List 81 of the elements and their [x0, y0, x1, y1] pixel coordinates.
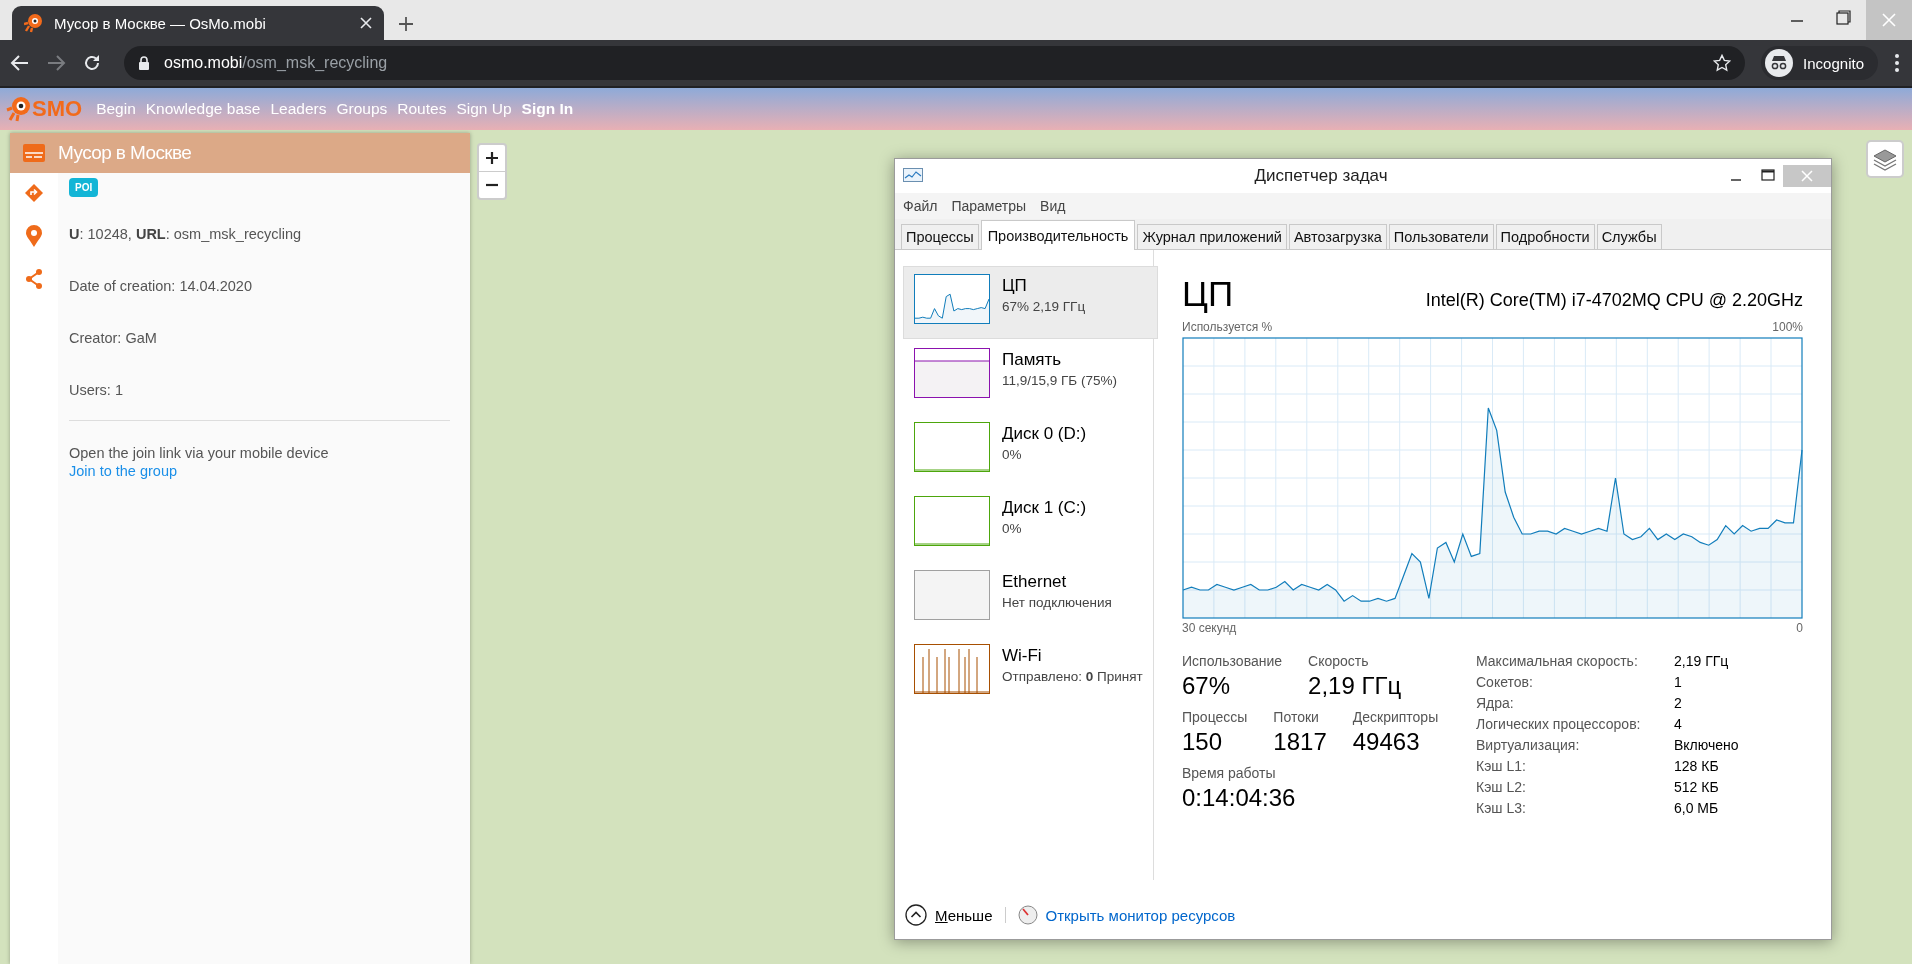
resource-item[interactable]: ЦП 67% 2,19 ГГц — [903, 266, 1158, 339]
info-text: Date of creation: 14.04.2020 — [69, 277, 253, 296]
spec-label: Логических процессоров: — [1476, 716, 1642, 732]
resource-item[interactable]: Ethernet Нет подключения — [903, 562, 1158, 635]
resource-item[interactable]: Диск 1 (C:) 0% — [903, 488, 1158, 561]
star-icon[interactable] — [1713, 54, 1732, 72]
stat-value: 0:14:04:36 — [1182, 784, 1296, 812]
spec-label: Максимальная скорость: — [1476, 653, 1639, 669]
hint-text: Open the join link via your mobile device — [69, 445, 330, 461]
menu-item[interactable]: Параметры — [951, 198, 1027, 214]
stat-value: 150 — [1182, 728, 1224, 756]
browser-tab[interactable]: Мусор в Москве — OsMo.mobi — [12, 6, 384, 40]
osmo-logo-icon — [24, 13, 44, 33]
spec-label: Кэш L3: — [1476, 800, 1527, 816]
section-heading: ЦП — [1182, 274, 1234, 314]
spec-value: 6,0 МБ — [1674, 800, 1720, 816]
panel-title: Мусор в Москве — [58, 142, 192, 164]
stat-label: Процессы — [1182, 709, 1248, 725]
resource-item[interactable]: Wi-Fi Отправлено: 0 Принят — [903, 636, 1158, 709]
tab[interactable]: Службы — [1596, 224, 1662, 249]
window-title: Диспетчер задач — [1253, 166, 1389, 186]
back-icon[interactable] — [10, 53, 30, 73]
spec-value: 512 КБ — [1674, 779, 1720, 795]
stat-label: Дескрипторы — [1352, 709, 1439, 725]
tab[interactable]: Подробности — [1495, 224, 1595, 249]
spec-label: Виртуализация: — [1476, 737, 1581, 753]
resource-item[interactable]: Диск 0 (D:) 0% — [903, 414, 1158, 487]
close-icon[interactable] — [360, 17, 372, 29]
graph-label: Используется % — [1182, 320, 1273, 334]
spec-label: Ядра: — [1476, 695, 1515, 711]
spec-label: Кэш L1: — [1476, 758, 1527, 774]
tab[interactable]: Процессы — [901, 224, 979, 249]
address-bar[interactable]: osmo.mobi/osm_msk_recycling — [124, 46, 1746, 80]
stat-label: Потоки — [1273, 709, 1320, 725]
forward-icon[interactable] — [46, 53, 66, 73]
tab[interactable]: Производительность — [980, 220, 1136, 250]
graph-time-label: 30 секунд — [1182, 621, 1237, 635]
gauge-icon — [1017, 905, 1038, 925]
menu-icon[interactable] — [1894, 53, 1900, 73]
info-text: Creator: GaM — [69, 329, 158, 348]
spec-label: Сокетов: — [1476, 674, 1534, 690]
stat-label: Время работы — [1182, 765, 1277, 781]
info-text: U: 10248, URL: osm_msk_recycling — [69, 225, 303, 244]
lock-icon — [138, 56, 150, 70]
graph-zero-label: 0 — [1796, 621, 1803, 635]
resource-monitor-link[interactable]: Открыть монитор ресурсов — [1045, 906, 1236, 924]
spec-value: 2,19 ГГц — [1674, 653, 1730, 669]
tab[interactable]: Автозагрузка — [1288, 224, 1387, 249]
spec-label: Кэш L2: — [1476, 779, 1527, 795]
stat-value: 1817 — [1273, 728, 1327, 756]
fewer-details-button[interactable]: Меньше — [935, 906, 993, 924]
spec-value: 2 — [1674, 695, 1683, 711]
tab[interactable]: Пользователи — [1388, 224, 1494, 249]
reload-icon[interactable] — [82, 53, 102, 73]
share-icon[interactable] — [25, 269, 43, 289]
location-pin-icon[interactable] — [26, 225, 42, 247]
stat-label: Скорость — [1308, 653, 1370, 669]
task-manager-icon — [903, 168, 923, 184]
collapse-icon[interactable] — [905, 904, 927, 926]
menu-item[interactable]: Вид — [1040, 198, 1066, 214]
info-text: Users: 1 — [69, 381, 124, 400]
stat-value: 2,19 ГГц — [1308, 672, 1402, 700]
graph-max-label: 100% — [1772, 320, 1803, 334]
directions-icon[interactable] — [24, 183, 44, 203]
spec-value: Включено — [1674, 737, 1739, 753]
tab-title: Мусор в Москве — OsMo.mobi — [54, 14, 267, 32]
new-tab-icon[interactable] — [398, 16, 414, 32]
menu-item[interactable]: Файл — [903, 198, 938, 214]
spec-value: 128 КБ — [1674, 758, 1720, 774]
poi-badge: POI — [69, 178, 99, 197]
spec-value: 1 — [1674, 674, 1683, 690]
cpu-model-text: Intel(R) Core(TM) i7-4702MQ CPU @ 2.20GHz — [1425, 290, 1803, 311]
spec-value: 4 — [1674, 716, 1683, 732]
stat-value: 49463 — [1352, 728, 1421, 756]
stat-value: 67% — [1182, 672, 1232, 700]
resource-item[interactable]: Память 11,9/15,9 ГБ (75%) — [903, 340, 1158, 413]
tab[interactable]: Журнал приложений — [1137, 224, 1287, 249]
incognito-icon — [1765, 49, 1794, 77]
osmo-logo-icon[interactable] — [6, 95, 32, 123]
stat-label: Использование — [1182, 653, 1283, 669]
profile-button[interactable]: Incognito — [1761, 46, 1878, 80]
